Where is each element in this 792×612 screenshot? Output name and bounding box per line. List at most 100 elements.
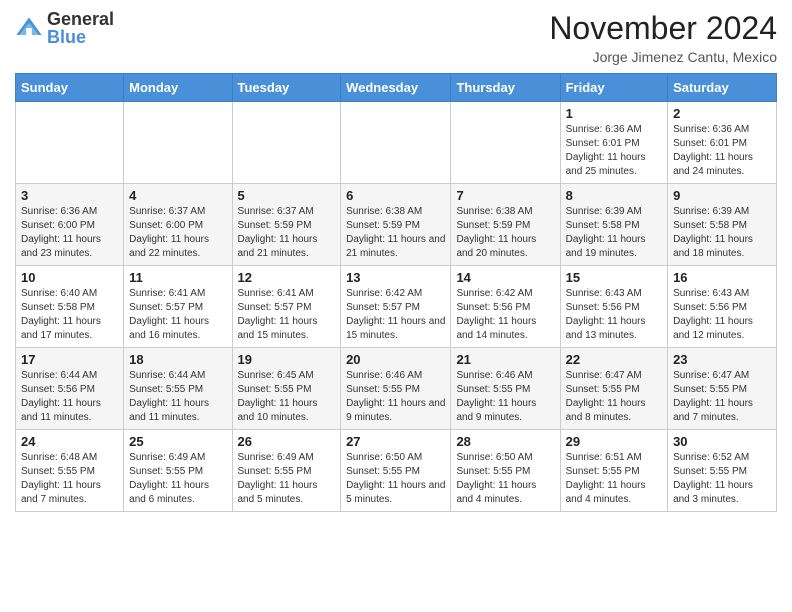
day-number: 27 xyxy=(346,434,445,449)
logo-icon xyxy=(15,14,43,42)
day-cell: 6 Sunrise: 6:38 AM Sunset: 5:59 PM Daylig… xyxy=(341,184,451,266)
day-info: Sunrise: 6:46 AM Sunset: 5:55 PM Dayligh… xyxy=(346,369,445,425)
day-number: 9 xyxy=(673,188,771,203)
day-cell xyxy=(341,102,451,184)
day-cell: 7 Sunrise: 6:38 AM Sunset: 5:59 PM Daylig… xyxy=(451,184,560,266)
day-info: Sunrise: 6:48 AM Sunset: 5:55 PM Dayligh… xyxy=(21,451,118,507)
day-cell: 14 Sunrise: 6:42 AM Sunset: 5:56 PM Dayli… xyxy=(451,266,560,348)
weekday-header-thursday: Thursday xyxy=(451,74,560,102)
day-cell: 19 Sunrise: 6:45 AM Sunset: 5:55 PM Dayli… xyxy=(232,348,341,430)
day-number: 25 xyxy=(129,434,226,449)
logo-text-blue: Blue xyxy=(47,28,114,46)
day-cell: 15Sunrise: 6:43 AM Sunset: 5:56 PM Dayli… xyxy=(560,266,667,348)
day-info: Sunrise: 6:50 AM Sunset: 5:55 PM Dayligh… xyxy=(456,451,554,507)
day-cell: 10 Sunrise: 6:40 AM Sunset: 5:58 PM Dayli… xyxy=(16,266,124,348)
day-info: Sunrise: 6:49 AM Sunset: 5:55 PM Dayligh… xyxy=(238,451,336,507)
day-number: 10 xyxy=(21,270,118,285)
month-title: November 2024 xyxy=(549,10,777,47)
calendar-table: SundayMondayTuesdayWednesdayThursdayFrid… xyxy=(15,73,777,512)
day-info: Sunrise: 6:36 AM Sunset: 6:00 PM Dayligh… xyxy=(21,205,118,261)
day-cell: 20 Sunrise: 6:46 AM Sunset: 5:55 PM Dayli… xyxy=(341,348,451,430)
day-info: Sunrise: 6:47 AM Sunset: 5:55 PM Dayligh… xyxy=(566,369,662,425)
day-cell: 3 Sunrise: 6:36 AM Sunset: 6:00 PM Daylig… xyxy=(16,184,124,266)
day-cell xyxy=(451,102,560,184)
day-cell: 24 Sunrise: 6:48 AM Sunset: 5:55 PM Dayli… xyxy=(16,430,124,512)
weekday-header-row: SundayMondayTuesdayWednesdayThursdayFrid… xyxy=(16,74,777,102)
day-cell: 16 Sunrise: 6:43 AM Sunset: 5:56 PM Dayli… xyxy=(668,266,777,348)
day-info: Sunrise: 6:41 AM Sunset: 5:57 PM Dayligh… xyxy=(238,287,336,343)
day-cell xyxy=(232,102,341,184)
weekday-header-monday: Monday xyxy=(124,74,232,102)
day-number: 17 xyxy=(21,352,118,367)
day-info: Sunrise: 6:36 AM Sunset: 6:01 PM Dayligh… xyxy=(566,123,662,179)
header-area: General Blue November 2024 Jorge Jimenez… xyxy=(15,10,777,65)
day-info: Sunrise: 6:39 AM Sunset: 5:58 PM Dayligh… xyxy=(566,205,662,261)
day-number: 21 xyxy=(456,352,554,367)
week-row-4: 17Sunrise: 6:44 AM Sunset: 5:56 PM Dayli… xyxy=(16,348,777,430)
day-info: Sunrise: 6:42 AM Sunset: 5:56 PM Dayligh… xyxy=(456,287,554,343)
day-info: Sunrise: 6:50 AM Sunset: 5:55 PM Dayligh… xyxy=(346,451,445,507)
day-number: 20 xyxy=(346,352,445,367)
day-number: 7 xyxy=(456,188,554,203)
day-info: Sunrise: 6:41 AM Sunset: 5:57 PM Dayligh… xyxy=(129,287,226,343)
day-number: 1 xyxy=(566,106,662,121)
day-number: 6 xyxy=(346,188,445,203)
day-cell: 9 Sunrise: 6:39 AM Sunset: 5:58 PM Daylig… xyxy=(668,184,777,266)
week-row-2: 3 Sunrise: 6:36 AM Sunset: 6:00 PM Daylig… xyxy=(16,184,777,266)
day-info: Sunrise: 6:44 AM Sunset: 5:55 PM Dayligh… xyxy=(129,369,226,425)
day-cell: 23 Sunrise: 6:47 AM Sunset: 5:55 PM Dayli… xyxy=(668,348,777,430)
title-area: November 2024 Jorge Jimenez Cantu, Mexic… xyxy=(549,10,777,65)
day-cell: 29 Sunrise: 6:51 AM Sunset: 5:55 PM Dayli… xyxy=(560,430,667,512)
day-number: 14 xyxy=(456,270,554,285)
weekday-header-friday: Friday xyxy=(560,74,667,102)
day-info: Sunrise: 6:39 AM Sunset: 5:58 PM Dayligh… xyxy=(673,205,771,261)
day-number: 23 xyxy=(673,352,771,367)
day-info: Sunrise: 6:46 AM Sunset: 5:55 PM Dayligh… xyxy=(456,369,554,425)
day-number: 19 xyxy=(238,352,336,367)
day-info: Sunrise: 6:36 AM Sunset: 6:01 PM Dayligh… xyxy=(673,123,771,179)
day-cell: 8 Sunrise: 6:39 AM Sunset: 5:58 PM Daylig… xyxy=(560,184,667,266)
day-number: 29 xyxy=(566,434,662,449)
day-number: 8 xyxy=(566,188,662,203)
day-cell: 30Sunrise: 6:52 AM Sunset: 5:55 PM Dayli… xyxy=(668,430,777,512)
day-cell: 28 Sunrise: 6:50 AM Sunset: 5:55 PM Dayli… xyxy=(451,430,560,512)
day-info: Sunrise: 6:43 AM Sunset: 5:56 PM Dayligh… xyxy=(673,287,771,343)
weekday-header-saturday: Saturday xyxy=(668,74,777,102)
day-number: 5 xyxy=(238,188,336,203)
day-number: 2 xyxy=(673,106,771,121)
day-info: Sunrise: 6:37 AM Sunset: 6:00 PM Dayligh… xyxy=(129,205,226,261)
day-info: Sunrise: 6:45 AM Sunset: 5:55 PM Dayligh… xyxy=(238,369,336,425)
day-info: Sunrise: 6:47 AM Sunset: 5:55 PM Dayligh… xyxy=(673,369,771,425)
day-number: 16 xyxy=(673,270,771,285)
day-cell: 13Sunrise: 6:42 AM Sunset: 5:57 PM Dayli… xyxy=(341,266,451,348)
day-cell: 17Sunrise: 6:44 AM Sunset: 5:56 PM Dayli… xyxy=(16,348,124,430)
day-cell: 18Sunrise: 6:44 AM Sunset: 5:55 PM Dayli… xyxy=(124,348,232,430)
day-cell: 1 Sunrise: 6:36 AM Sunset: 6:01 PM Daylig… xyxy=(560,102,667,184)
day-cell: 22Sunrise: 6:47 AM Sunset: 5:55 PM Dayli… xyxy=(560,348,667,430)
day-info: Sunrise: 6:51 AM Sunset: 5:55 PM Dayligh… xyxy=(566,451,662,507)
weekday-header-sunday: Sunday xyxy=(16,74,124,102)
day-info: Sunrise: 6:43 AM Sunset: 5:56 PM Dayligh… xyxy=(566,287,662,343)
day-info: Sunrise: 6:37 AM Sunset: 5:59 PM Dayligh… xyxy=(238,205,336,261)
day-cell: 25Sunrise: 6:49 AM Sunset: 5:55 PM Dayli… xyxy=(124,430,232,512)
day-number: 3 xyxy=(21,188,118,203)
day-number: 26 xyxy=(238,434,336,449)
day-cell xyxy=(16,102,124,184)
day-info: Sunrise: 6:52 AM Sunset: 5:55 PM Dayligh… xyxy=(673,451,771,507)
day-cell: 4 Sunrise: 6:37 AM Sunset: 6:00 PM Daylig… xyxy=(124,184,232,266)
day-info: Sunrise: 6:42 AM Sunset: 5:57 PM Dayligh… xyxy=(346,287,445,343)
day-number: 24 xyxy=(21,434,118,449)
logo: General Blue xyxy=(15,10,114,46)
day-info: Sunrise: 6:38 AM Sunset: 5:59 PM Dayligh… xyxy=(456,205,554,261)
day-info: Sunrise: 6:40 AM Sunset: 5:58 PM Dayligh… xyxy=(21,287,118,343)
day-cell: 5 Sunrise: 6:37 AM Sunset: 5:59 PM Daylig… xyxy=(232,184,341,266)
day-number: 4 xyxy=(129,188,226,203)
day-cell: 2 Sunrise: 6:36 AM Sunset: 6:01 PM Daylig… xyxy=(668,102,777,184)
weekday-header-tuesday: Tuesday xyxy=(232,74,341,102)
day-number: 28 xyxy=(456,434,554,449)
day-cell: 11Sunrise: 6:41 AM Sunset: 5:57 PM Dayli… xyxy=(124,266,232,348)
day-info: Sunrise: 6:38 AM Sunset: 5:59 PM Dayligh… xyxy=(346,205,445,261)
day-cell: 27 Sunrise: 6:50 AM Sunset: 5:55 PM Dayli… xyxy=(341,430,451,512)
weekday-header-wednesday: Wednesday xyxy=(341,74,451,102)
day-cell: 12Sunrise: 6:41 AM Sunset: 5:57 PM Dayli… xyxy=(232,266,341,348)
